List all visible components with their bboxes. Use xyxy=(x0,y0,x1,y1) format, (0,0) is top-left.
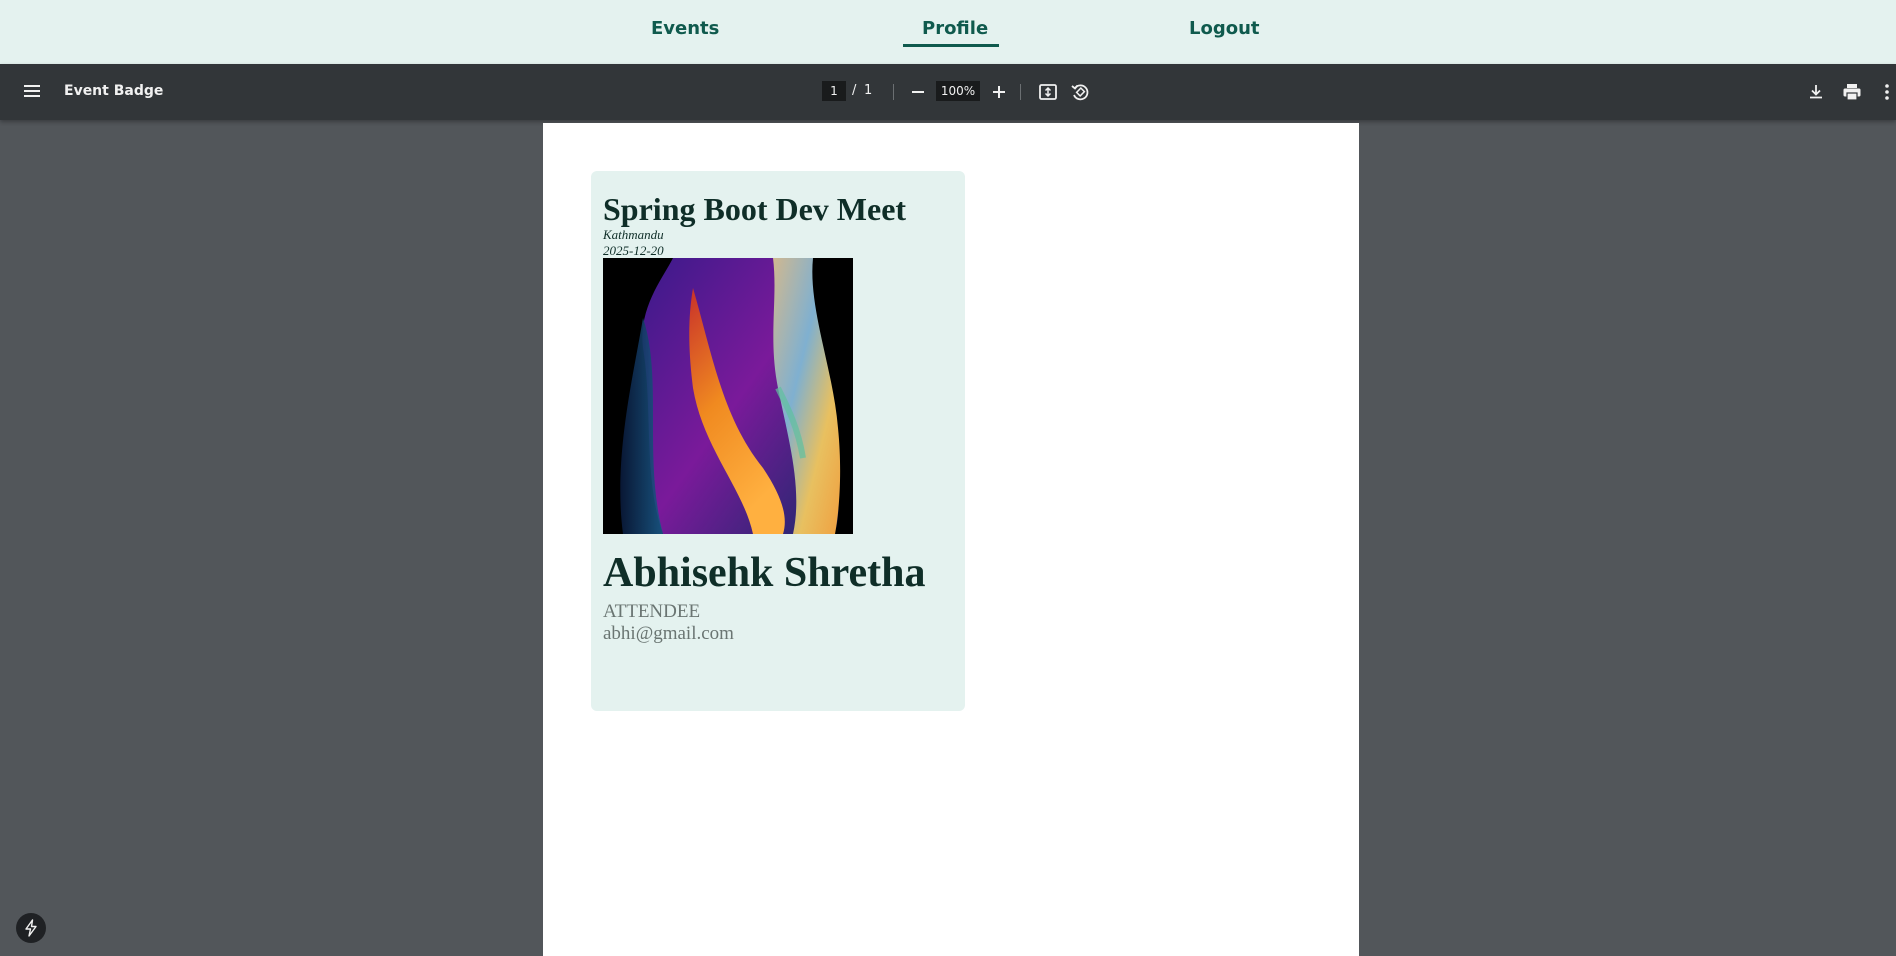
pdf-toolbar: Event Badge 1 / 1 100% xyxy=(0,64,1896,120)
toolbar-divider xyxy=(893,84,894,100)
fit-page-icon[interactable] xyxy=(1038,82,1058,102)
document-title: Event Badge xyxy=(64,83,164,99)
app-nav: Events Profile Logout xyxy=(0,0,1896,64)
attendee-role: ATTENDEE xyxy=(603,601,701,622)
page-number-input[interactable]: 1 xyxy=(822,81,846,101)
event-name: Spring Boot Dev Meet xyxy=(603,191,907,227)
attendee-email: abhi@gmail.com xyxy=(603,623,734,644)
download-icon[interactable] xyxy=(1806,82,1826,102)
more-vert-icon[interactable] xyxy=(1878,82,1894,102)
nav-link-logout[interactable]: Logout xyxy=(1189,18,1260,39)
active-nav-indicator xyxy=(903,44,999,47)
zoom-level-input[interactable]: 100% xyxy=(936,81,980,101)
event-badge: Spring Boot Dev Meet Kathmandu 2025-12-2… xyxy=(591,171,965,711)
bolt-icon[interactable] xyxy=(16,913,46,943)
toolbar-divider xyxy=(1020,84,1021,100)
attendee-name: Abhisehk Shretha xyxy=(603,550,926,596)
page-total: 1 xyxy=(864,83,873,98)
menu-icon[interactable] xyxy=(22,82,42,102)
nav-link-events[interactable]: Events xyxy=(651,18,719,39)
event-location: Kathmandu xyxy=(603,227,664,242)
event-date: 2025-12-20 xyxy=(603,243,664,258)
zoom-out-icon[interactable] xyxy=(908,82,928,102)
page-separator: / xyxy=(852,83,857,98)
zoom-in-icon[interactable] xyxy=(989,82,1009,102)
nav-link-profile[interactable]: Profile xyxy=(922,18,988,39)
pdf-page: Spring Boot Dev Meet Kathmandu 2025-12-2… xyxy=(543,123,1359,956)
rotate-icon[interactable] xyxy=(1070,82,1090,102)
event-image xyxy=(603,258,853,534)
print-icon[interactable] xyxy=(1842,82,1862,102)
